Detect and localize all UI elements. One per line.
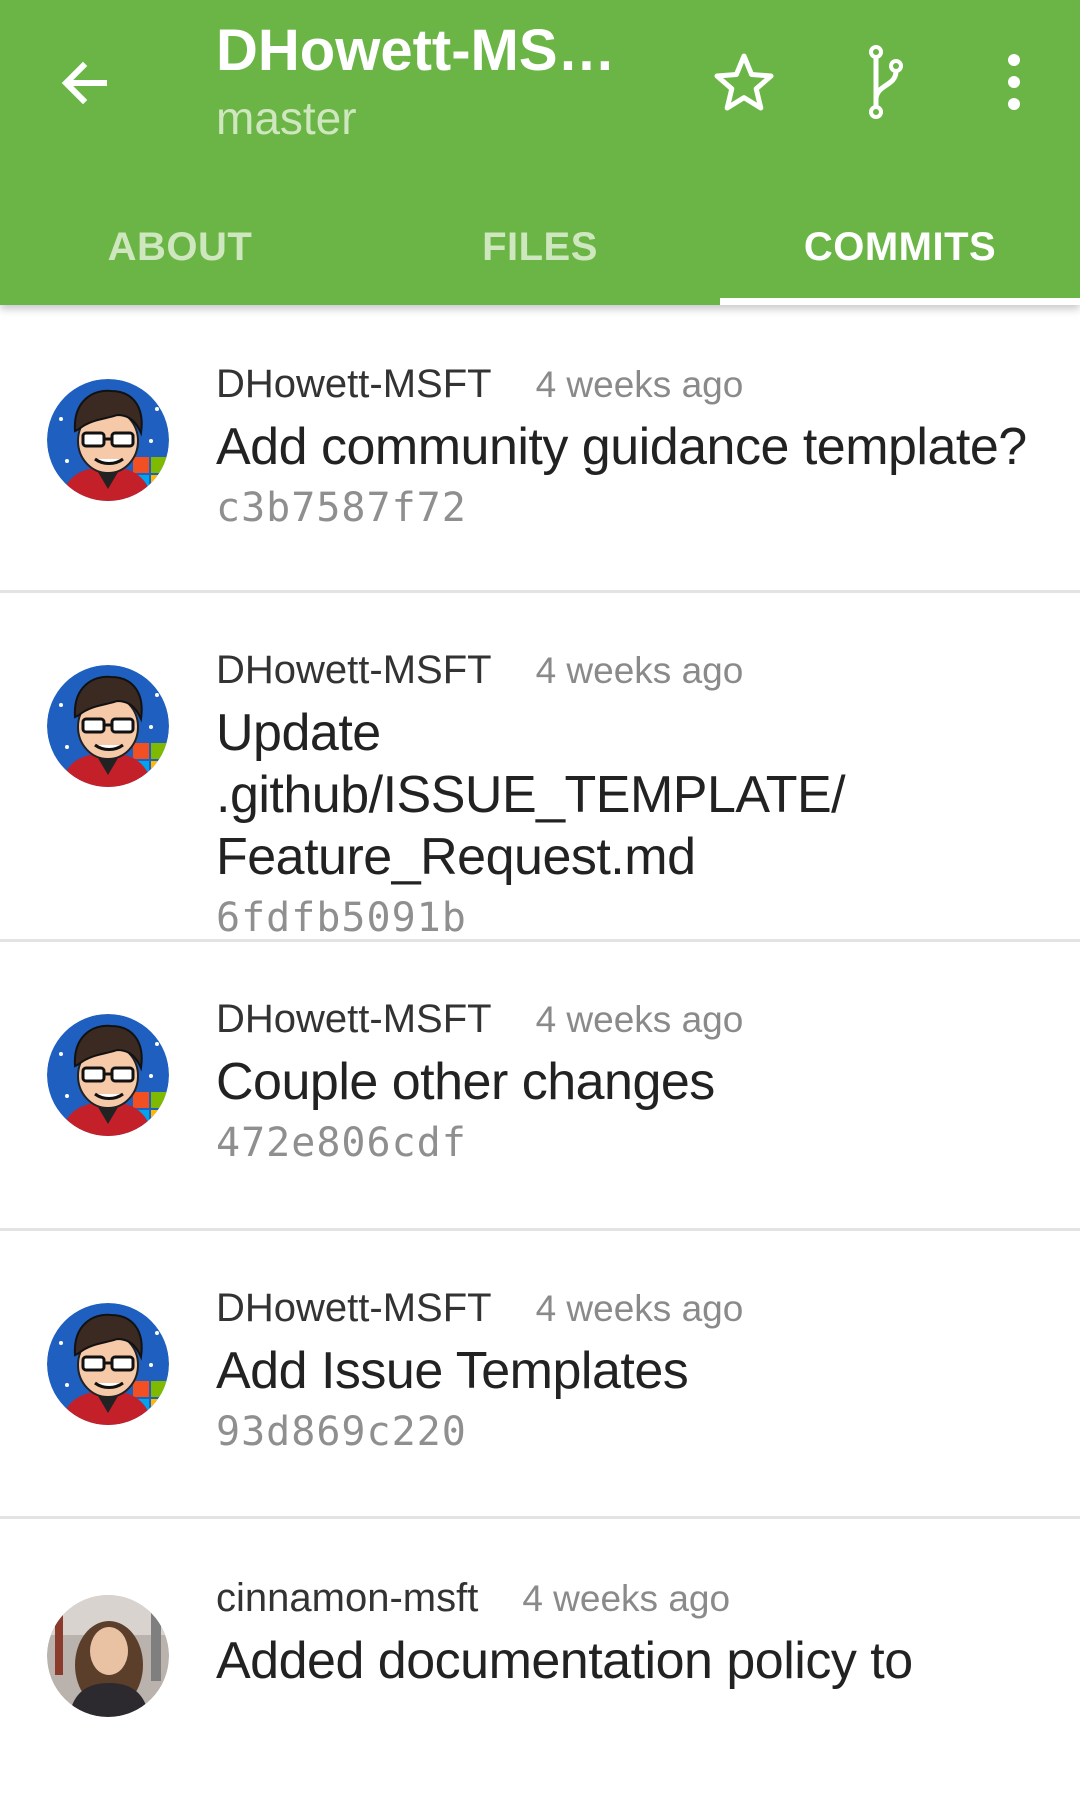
commit-author: DHowett-MSFT <box>216 362 492 406</box>
tab-commits-label: COMMITS <box>803 225 997 269</box>
commit-row[interactable]: DHowett-MSFT 4 weeks ago Add Issue Templa… <box>0 1231 1080 1519</box>
more-vert-icon <box>1008 54 1020 110</box>
commit-time: 4 weeks ago <box>535 999 744 1040</box>
commit-list: DHowett-MSFT 4 weeks ago Add community gu… <box>0 305 1080 1819</box>
author-avatar[interactable] <box>47 1303 169 1425</box>
star-button[interactable] <box>704 42 784 122</box>
commit-time: 4 weeks ago <box>535 364 744 405</box>
back-arrow-icon <box>61 61 107 105</box>
commit-author: DHowett-MSFT <box>216 648 492 692</box>
commit-message: Couple other changes <box>216 1053 715 1111</box>
author-avatar[interactable] <box>47 1014 169 1136</box>
commit-message: Added documentation policy to <box>216 1632 913 1690</box>
commit-row[interactable]: DHowett-MSFT 4 weeks ago Update .github/I… <box>0 593 1080 942</box>
commit-time: 4 weeks ago <box>535 1288 744 1329</box>
repo-title: DHowett-MSF… <box>216 18 636 83</box>
tab-about-label: ABOUT <box>107 225 253 269</box>
commit-message: Add community guidance template? <box>216 418 1027 476</box>
tab-files-label: FILES <box>482 225 598 269</box>
commit-author: DHowett-MSFT <box>216 997 492 1041</box>
commit-row[interactable]: cinnamon-msft 4 weeks ago Added documenta… <box>0 1519 1080 1819</box>
author-avatar[interactable] <box>47 665 169 787</box>
commit-sha: c3b7587f72 <box>216 485 467 531</box>
commit-sha: 472e806cdf <box>216 1120 467 1166</box>
commit-row[interactable]: DHowett-MSFT 4 weeks ago Add community gu… <box>0 305 1080 593</box>
branch-subtitle: master <box>216 92 357 144</box>
commit-sha: 93d869c220 <box>216 1409 467 1455</box>
tab-commits[interactable]: COMMITS <box>720 190 1080 305</box>
star-icon <box>714 53 774 111</box>
tab-files[interactable]: FILES <box>360 190 720 305</box>
commit-message: Add Issue Templates <box>216 1342 689 1400</box>
branch-icon <box>869 45 903 119</box>
commit-author: DHowett-MSFT <box>216 1286 492 1330</box>
app-bar: DHowett-MSF… master ABOUT FILES COMMITS <box>0 0 1080 305</box>
active-tab-indicator <box>720 298 1080 305</box>
author-avatar[interactable] <box>47 379 169 501</box>
tab-bar: ABOUT FILES COMMITS <box>0 190 1080 305</box>
commit-sha: 6fdfb5091b <box>216 895 467 941</box>
commit-author: cinnamon-msft <box>216 1576 479 1620</box>
commit-time: 4 weeks ago <box>522 1578 731 1619</box>
commit-message: Update .github/ISSUE_TEMPLATE/ Feature_R… <box>216 704 846 886</box>
tab-about[interactable]: ABOUT <box>0 190 360 305</box>
commit-time: 4 weeks ago <box>535 650 744 691</box>
title-block: DHowett-MSF… master <box>216 16 636 146</box>
commit-row[interactable]: DHowett-MSFT 4 weeks ago Couple other cha… <box>0 942 1080 1231</box>
back-button[interactable] <box>50 48 120 118</box>
branch-button[interactable] <box>846 42 926 122</box>
overflow-menu-button[interactable] <box>974 42 1054 122</box>
